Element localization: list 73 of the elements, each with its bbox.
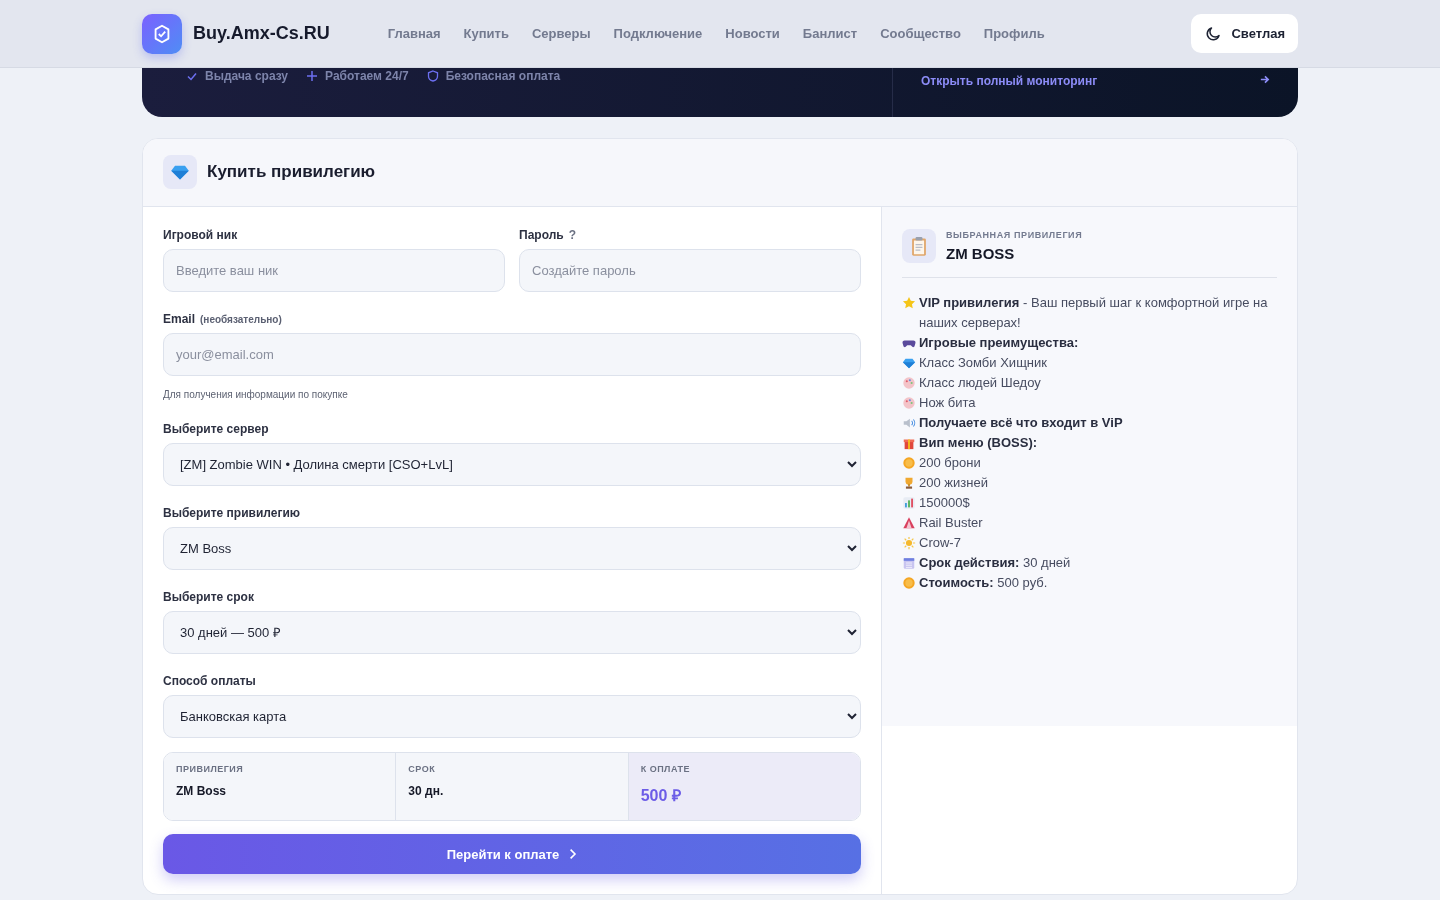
field-label: Выберите срок	[163, 590, 255, 604]
sun-icon	[902, 536, 916, 550]
help-mark[interactable]: ?	[568, 228, 576, 242]
check-icon	[186, 70, 198, 82]
privilege-name: ZM BOSS	[946, 245, 1016, 262]
description-line: 150000$	[919, 494, 970, 512]
summary-value: ZM Boss	[176, 784, 227, 798]
summary-value: 500 ₽	[640, 786, 682, 806]
select-field[interactable]: Банковская карта	[163, 695, 861, 738]
gem-icon	[902, 356, 916, 370]
site-logo-text[interactable]: Buy.Amx-Cs.RU	[193, 23, 330, 44]
palette-icon	[902, 396, 916, 410]
nav-link[interactable]: Новости	[725, 26, 780, 41]
speaker-icon	[902, 416, 916, 430]
card-title: Купить привилегию	[207, 162, 376, 182]
feature-label: Работаем 24/7	[325, 69, 409, 83]
field-label: Email	[163, 312, 195, 326]
description-line: Класс Зомби Хищник	[919, 354, 1047, 372]
palette-icon	[902, 376, 916, 390]
optional-note: (необязательно)	[200, 314, 282, 325]
nav-link[interactable]: Сообщество	[880, 26, 961, 41]
summary-value: 30 дн.	[408, 784, 445, 798]
monitoring-link[interactable]: Открыть полный мониторинг	[921, 74, 1098, 88]
logo-badge[interactable]	[142, 13, 182, 54]
nav-link[interactable]: Главная	[387, 26, 441, 41]
nickname-field[interactable]: Введите ваш ник	[163, 249, 505, 292]
feature-label: Безопасная оплата	[445, 69, 561, 83]
shield-icon	[426, 70, 439, 82]
arrow-right-icon	[1259, 74, 1270, 85]
summary-label: ПРИВИЛЕГИЯ	[176, 764, 245, 774]
coin-icon	[902, 576, 916, 590]
description-line: 200 жизней	[919, 474, 988, 492]
checkout-button[interactable]: Перейти к оплате	[163, 834, 861, 874]
description-line: Rail Buster	[919, 514, 983, 532]
email-field[interactable]: your@email.com	[163, 333, 861, 376]
nav-link[interactable]: Купить	[463, 26, 509, 41]
description-line: VIP привилегия - Ваш первый шаг к комфортной игре на наших серверах!	[919, 294, 1269, 332]
coin-icon	[902, 456, 916, 470]
description-line: Вип меню (BOSS):	[919, 434, 1038, 452]
description-line: Игровые преимущества:	[919, 334, 1079, 352]
bar-chart-icon	[902, 496, 916, 510]
nav-link[interactable]: Подключение	[613, 26, 703, 41]
description-line: Получаете всё что входит в ViP	[919, 414, 1123, 432]
nav-link[interactable]: Профиль	[983, 26, 1045, 41]
star-icon	[902, 296, 916, 310]
description-line: 200 брони	[919, 454, 981, 472]
select-field[interactable]: ZM Boss	[163, 527, 861, 570]
feature-label: Выдача сразу	[205, 69, 289, 83]
description-line: Стоимость: 500 руб.	[919, 574, 1048, 592]
description-line: Нож бита	[919, 394, 976, 412]
tent-icon	[902, 516, 916, 530]
select-field[interactable]: [ZM] Zombie WIN • Долина смерти [CSO+LvL]	[163, 443, 861, 486]
moon-icon	[1204, 24, 1223, 43]
field-label: Игровой ник	[163, 228, 239, 242]
plus-icon	[306, 70, 319, 82]
description-line: Crow-7	[919, 534, 961, 552]
theme-toggle-button[interactable]: Светлая	[1191, 14, 1298, 53]
nav-link[interactable]: Банлист	[802, 26, 858, 41]
field-hint: Для получения информации по покупке	[163, 389, 349, 400]
description-line: Срок действия: 30 дней	[919, 554, 1071, 572]
select-field[interactable]: 30 дней — 500 ₽	[163, 611, 861, 654]
nav-link[interactable]: Серверы	[531, 26, 591, 41]
field-label: Пароль	[519, 228, 564, 242]
password-field[interactable]: Создайте пароль	[519, 249, 861, 292]
calendar-icon	[902, 556, 916, 570]
panel-caption: ВЫБРАННАЯ ПРИВИЛЕГИЯ	[946, 230, 1083, 240]
summary-label: СРОК	[408, 764, 437, 774]
field-label: Способ оплаты	[163, 674, 257, 688]
field-label: Выберите привилегию	[163, 506, 302, 520]
chevron-right-icon	[569, 848, 578, 860]
description-line: Класс людей Шедоу	[919, 374, 1041, 392]
summary-label: К ОПЛАТЕ	[640, 764, 691, 774]
field-label: Выберите сервер	[163, 422, 270, 436]
